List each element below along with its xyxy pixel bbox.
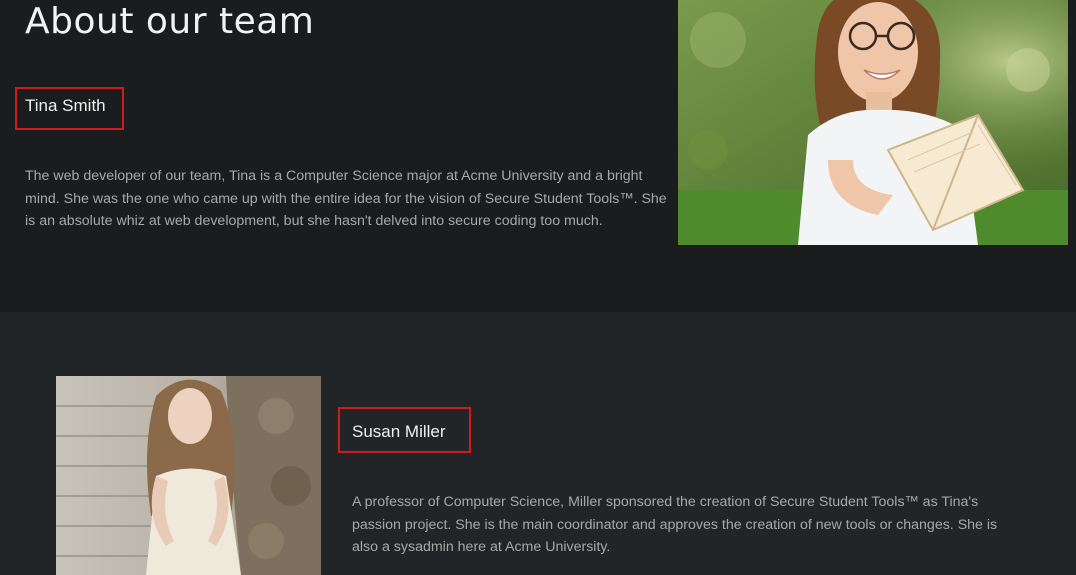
member-name-susan: Susan Miller [352, 422, 446, 441]
photo-woman-on-stairs [56, 376, 321, 575]
member-bio-susan: A professor of Computer Science, Miller … [352, 494, 998, 555]
member-name-tina: Tina Smith [25, 96, 106, 115]
member-photo-susan [56, 376, 321, 575]
photo-woman-reading-book [678, 0, 1068, 245]
member-photo-tina [678, 0, 1068, 245]
page-title: About our team [25, 1, 315, 42]
member-bio-tina: The web developer of our team, Tina is a… [25, 168, 667, 229]
